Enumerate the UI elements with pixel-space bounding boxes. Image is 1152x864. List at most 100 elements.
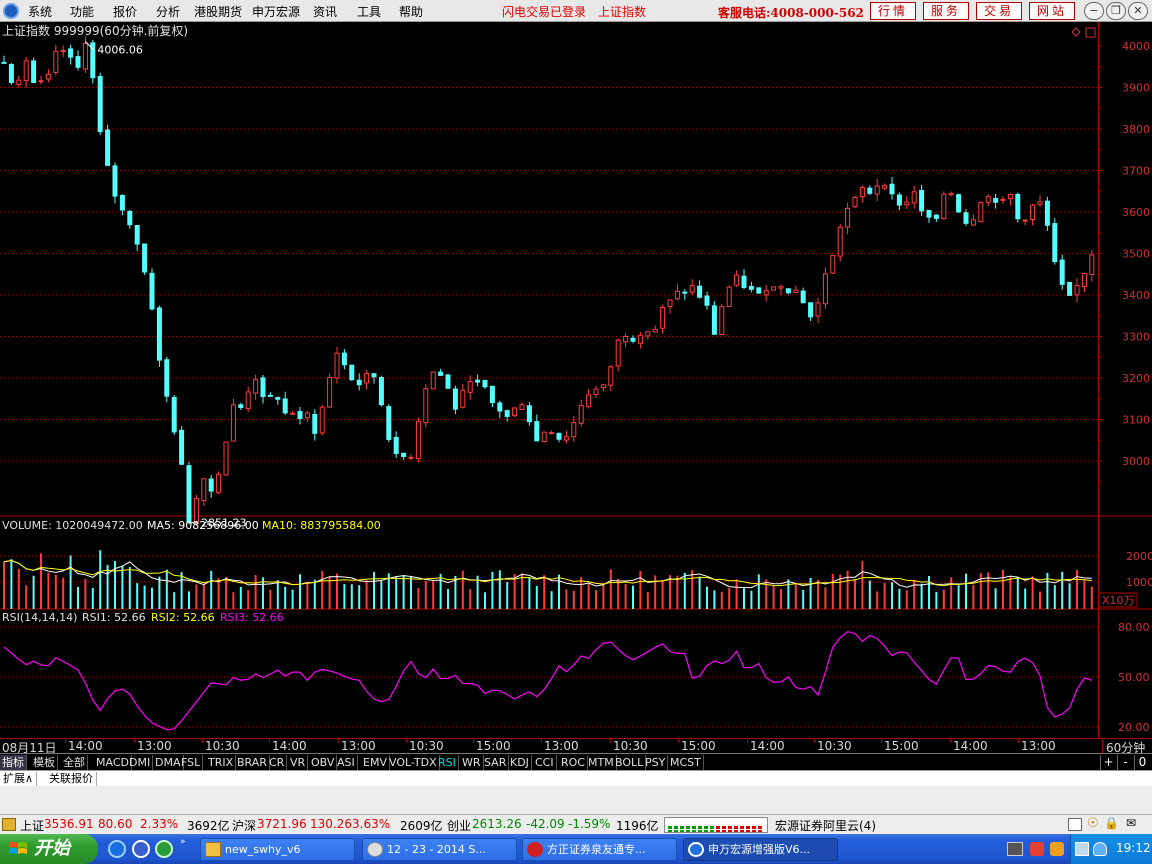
tab-roc[interactable]: ROC — [559, 755, 588, 770]
window-title: new_swhy_v6 — [225, 843, 301, 856]
close-icon[interactable]: ✕ — [1128, 2, 1148, 20]
tab-fsl[interactable]: FSL — [179, 755, 204, 770]
menu-item-help[interactable]: 帮助 — [399, 3, 423, 20]
candle-body — [282, 398, 288, 414]
tab-expand[interactable]: 扩展∧ — [0, 772, 38, 786]
price-chart[interactable]: 4000 3900 3800 3700 3600 3500 3400 3300 3200 3100… — [0, 22, 1152, 738]
tab-cci[interactable]: CCI — [533, 755, 557, 770]
trade-button[interactable]: 交易 — [976, 2, 1022, 20]
menu-item-quote[interactable]: 报价 — [113, 3, 137, 20]
tab-kdj[interactable]: KDJ — [508, 755, 532, 770]
current-index-label[interactable]: 上证指数 — [598, 3, 646, 20]
cy-amount: 1196亿 — [616, 819, 659, 833]
start-label: 开始 — [34, 838, 70, 859]
message-icon[interactable]: ✉ — [1126, 816, 1136, 830]
service-button[interactable]: 服务 — [923, 2, 969, 20]
candle-body — [1059, 259, 1065, 285]
login-status[interactable]: 闪电交易已登录 — [502, 3, 586, 20]
tab-asi[interactable]: ASI — [335, 755, 358, 770]
clock[interactable]: 19:12 — [1116, 841, 1151, 855]
candle-body — [600, 384, 606, 389]
hs-amount: 2609亿 — [400, 819, 443, 833]
rsi-label: RSI(14,14,14) — [2, 611, 77, 624]
time-axis-label: 10:30 — [409, 739, 444, 753]
menu-item-analysis[interactable]: 分析 — [156, 3, 180, 20]
minimize-icon[interactable]: − — [1084, 2, 1104, 20]
market-button[interactable]: 行情 — [870, 2, 916, 20]
taskbar-window-swhy[interactable]: 申万宏源增强版V6... — [683, 838, 838, 861]
time-axis-label: 13:00 — [1021, 739, 1056, 753]
tab-psy[interactable]: PSY — [643, 755, 669, 770]
hs-label[interactable]: 沪深 — [232, 817, 256, 834]
tab-mcst[interactable]: MCST — [668, 755, 704, 770]
price-tick-label: 3600 — [1122, 206, 1150, 219]
server-status[interactable]: 宏源证券阿里云(4) — [775, 817, 876, 834]
tray-app-icon[interactable] — [1030, 842, 1044, 856]
website-button[interactable]: 网站 — [1029, 2, 1075, 20]
menu-item-system[interactable]: 系统 — [28, 3, 52, 20]
candle-body — [38, 80, 44, 83]
tab-trix[interactable]: TRIX — [206, 755, 237, 770]
lock-icon[interactable]: 🔒 — [1104, 816, 1119, 830]
shield-icon[interactable] — [1093, 842, 1107, 856]
folder-icon[interactable] — [2, 818, 16, 831]
folder-icon — [205, 842, 221, 857]
rsi1-label: RSI1: 52.66 — [82, 611, 146, 624]
keyboard-icon[interactable] — [1007, 842, 1023, 856]
hs-pct: 3.63% — [352, 817, 391, 831]
start-button[interactable]: 开始 — [0, 834, 98, 864]
tab-指标[interactable]: 指标 — [0, 755, 27, 770]
tab-cr[interactable]: CR — [267, 755, 288, 770]
tab-dmi[interactable]: DMI — [127, 755, 154, 770]
cy-label[interactable]: 创业 — [447, 817, 471, 834]
zoom-in-button[interactable]: + — [1100, 755, 1116, 770]
candle-body — [97, 75, 103, 133]
price-tick-label: 3200 — [1122, 372, 1150, 385]
candle-body — [482, 379, 488, 388]
browser-icon[interactable] — [132, 840, 150, 858]
taskbar-window-folder[interactable]: new_swhy_v6 — [200, 838, 355, 861]
candle-body — [23, 60, 29, 82]
reset-button[interactable]: 0 — [1134, 755, 1150, 770]
ie-icon[interactable] — [108, 840, 126, 858]
chevron-icon[interactable]: » — [180, 837, 186, 847]
menu-item-swhy[interactable]: 申万宏源 — [252, 3, 300, 20]
taskbar-window-fangzheng[interactable]: 方正证券泉友通专... — [522, 838, 677, 861]
time-axis-label: 15:00 — [681, 739, 716, 753]
candle-body — [682, 291, 688, 294]
menu-item-tools[interactable]: 工具 — [357, 3, 381, 20]
app-icon[interactable] — [155, 840, 173, 858]
window-icon[interactable] — [1068, 818, 1082, 831]
tab-全部[interactable]: 全部 — [61, 755, 88, 770]
candle-body — [785, 288, 791, 294]
tab-sar[interactable]: SAR — [482, 755, 510, 770]
tray-app2-icon[interactable] — [1050, 842, 1064, 856]
tab-boll[interactable]: BOLL — [613, 755, 647, 770]
network-icon[interactable] — [1075, 842, 1089, 856]
zoom-out-button[interactable]: - — [1117, 755, 1133, 770]
menu-item-function[interactable]: 功能 — [70, 3, 94, 20]
tab-模板[interactable]: 模板 — [31, 755, 58, 770]
tab-wr[interactable]: WR — [460, 755, 484, 770]
menu-item-hk-futures[interactable]: 港股期货 — [194, 3, 242, 20]
candle-body — [164, 359, 170, 397]
tab-vr[interactable]: VR — [288, 755, 309, 770]
menu-item-news[interactable]: 资讯 — [313, 3, 337, 20]
tab-vol-tdx[interactable]: VOL-TDX — [387, 755, 440, 770]
time-axis: 08月11日 14:00 13:00 10:30 14:00 13:00 10:30 15:0… — [0, 738, 1152, 755]
candle-body — [393, 436, 399, 454]
tab-related-quotes[interactable]: 关联报价 — [46, 772, 97, 786]
restore-icon[interactable]: ❐ — [1106, 2, 1126, 20]
tab-emv[interactable]: EMV — [361, 755, 390, 770]
market-breadth-icon[interactable] — [664, 817, 768, 833]
time-tick — [473, 739, 474, 743]
period-selector[interactable]: 60分钟 — [1102, 739, 1145, 755]
candle-body — [933, 214, 939, 219]
tab-brar[interactable]: BRAR — [235, 755, 270, 770]
sh-label[interactable]: 上证 — [20, 817, 44, 834]
system-tray: 19:12 — [1070, 834, 1152, 864]
taskbar-window-recorder[interactable]: 12 - 23 - 2014 S... — [362, 838, 517, 861]
tab-rsi[interactable]: RSI — [436, 755, 459, 770]
tab-obv[interactable]: OBV — [309, 755, 338, 770]
candle-body — [356, 379, 362, 386]
